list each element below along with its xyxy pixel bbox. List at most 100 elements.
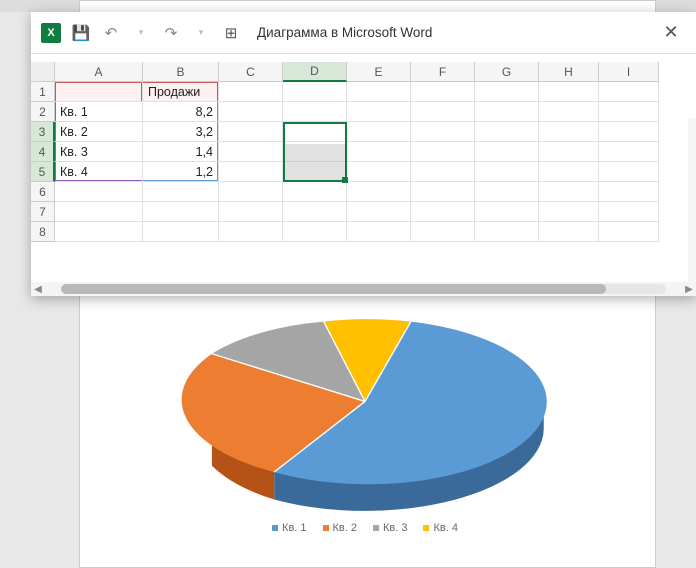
- cell-c2[interactable]: [219, 102, 283, 122]
- scroll-left-icon[interactable]: ◀: [31, 284, 45, 295]
- cell-a2[interactable]: Кв. 1: [55, 102, 143, 122]
- table-icon[interactable]: ⊞: [221, 23, 241, 43]
- cell-f7[interactable]: [411, 202, 475, 222]
- cell-d6[interactable]: [283, 182, 347, 202]
- cell-f3[interactable]: [411, 122, 475, 142]
- col-header-h[interactable]: H: [539, 62, 599, 82]
- cell-d5[interactable]: [283, 162, 347, 182]
- cell-i1[interactable]: [599, 82, 659, 102]
- cell-e4[interactable]: [347, 142, 411, 162]
- cell-h1[interactable]: [539, 82, 599, 102]
- cell-c8[interactable]: [219, 222, 283, 242]
- cell-g7[interactable]: [475, 202, 539, 222]
- row-header-8[interactable]: 8: [31, 222, 55, 242]
- vertical-scrollbar[interactable]: [688, 118, 696, 282]
- cell-h4[interactable]: [539, 142, 599, 162]
- cell-g5[interactable]: [475, 162, 539, 182]
- spreadsheet[interactable]: A B C D E F G H I 1 Продажи 2 Кв. 1 8,2: [31, 62, 696, 296]
- cell-e3[interactable]: [347, 122, 411, 142]
- cell-d4[interactable]: [283, 142, 347, 162]
- row-header-2[interactable]: 2: [31, 102, 55, 122]
- cell-b2[interactable]: 8,2: [143, 102, 219, 122]
- cell-h7[interactable]: [539, 202, 599, 222]
- cell-e8[interactable]: [347, 222, 411, 242]
- cell-f1[interactable]: [411, 82, 475, 102]
- cell-a5[interactable]: Кв. 4: [55, 162, 143, 182]
- col-header-d[interactable]: D: [283, 62, 347, 82]
- cell-f2[interactable]: [411, 102, 475, 122]
- row-header-7[interactable]: 7: [31, 202, 55, 222]
- cell-c5[interactable]: [219, 162, 283, 182]
- cell-b6[interactable]: [143, 182, 219, 202]
- undo-dropdown-icon[interactable]: ▾: [131, 23, 151, 43]
- cell-i5[interactable]: [599, 162, 659, 182]
- cell-c1[interactable]: [219, 82, 283, 102]
- cell-e5[interactable]: [347, 162, 411, 182]
- cell-g2[interactable]: [475, 102, 539, 122]
- cell-d1[interactable]: [283, 82, 347, 102]
- cell-d8[interactable]: [283, 222, 347, 242]
- cell-e2[interactable]: [347, 102, 411, 122]
- cell-i6[interactable]: [599, 182, 659, 202]
- cell-e6[interactable]: [347, 182, 411, 202]
- cell-f4[interactable]: [411, 142, 475, 162]
- row-header-6[interactable]: 6: [31, 182, 55, 202]
- cell-b3[interactable]: 3,2: [143, 122, 219, 142]
- cell-h3[interactable]: [539, 122, 599, 142]
- cell-h6[interactable]: [539, 182, 599, 202]
- cell-d2[interactable]: [283, 102, 347, 122]
- cell-a7[interactable]: [55, 202, 143, 222]
- cell-i2[interactable]: [599, 102, 659, 122]
- cell-i7[interactable]: [599, 202, 659, 222]
- col-header-a[interactable]: A: [55, 62, 143, 82]
- cell-d7[interactable]: [283, 202, 347, 222]
- cell-b7[interactable]: [143, 202, 219, 222]
- cell-e1[interactable]: [347, 82, 411, 102]
- row-header-3[interactable]: 3: [31, 122, 55, 142]
- cell-g3[interactable]: [475, 122, 539, 142]
- cell-c4[interactable]: [219, 142, 283, 162]
- cell-b1[interactable]: Продажи: [143, 82, 219, 102]
- col-header-i[interactable]: I: [599, 62, 659, 82]
- col-header-e[interactable]: E: [347, 62, 411, 82]
- cell-c7[interactable]: [219, 202, 283, 222]
- cell-h2[interactable]: [539, 102, 599, 122]
- save-button[interactable]: 💾: [71, 23, 91, 43]
- close-button[interactable]: ✕: [656, 18, 686, 48]
- cell-c3[interactable]: [219, 122, 283, 142]
- col-header-f[interactable]: F: [411, 62, 475, 82]
- redo-button[interactable]: ↷: [161, 23, 181, 43]
- cell-d3[interactable]: [283, 122, 347, 142]
- cell-g6[interactable]: [475, 182, 539, 202]
- cell-b5[interactable]: 1,2: [143, 162, 219, 182]
- undo-button[interactable]: ↶: [101, 23, 121, 43]
- scroll-thumb[interactable]: [61, 284, 606, 294]
- cell-i8[interactable]: [599, 222, 659, 242]
- cell-b8[interactable]: [143, 222, 219, 242]
- col-header-b[interactable]: B: [143, 62, 219, 82]
- scroll-track[interactable]: [61, 284, 666, 294]
- cell-a1[interactable]: [55, 82, 143, 102]
- cell-a4[interactable]: Кв. 3: [55, 142, 143, 162]
- select-all-corner[interactable]: [31, 62, 55, 82]
- cell-a8[interactable]: [55, 222, 143, 242]
- row-header-5[interactable]: 5: [31, 162, 55, 182]
- cell-c6[interactable]: [219, 182, 283, 202]
- cell-i4[interactable]: [599, 142, 659, 162]
- redo-dropdown-icon[interactable]: ▾: [191, 23, 211, 43]
- col-header-g[interactable]: G: [475, 62, 539, 82]
- cell-g8[interactable]: [475, 222, 539, 242]
- cell-b4[interactable]: 1,4: [143, 142, 219, 162]
- cell-f6[interactable]: [411, 182, 475, 202]
- col-header-c[interactable]: C: [219, 62, 283, 82]
- row-header-1[interactable]: 1: [31, 82, 55, 102]
- cell-h8[interactable]: [539, 222, 599, 242]
- cell-g4[interactable]: [475, 142, 539, 162]
- cell-e7[interactable]: [347, 202, 411, 222]
- cell-f5[interactable]: [411, 162, 475, 182]
- cell-g1[interactable]: [475, 82, 539, 102]
- cell-a3[interactable]: Кв. 2: [55, 122, 143, 142]
- row-header-4[interactable]: 4: [31, 142, 55, 162]
- cell-h5[interactable]: [539, 162, 599, 182]
- cell-i3[interactable]: [599, 122, 659, 142]
